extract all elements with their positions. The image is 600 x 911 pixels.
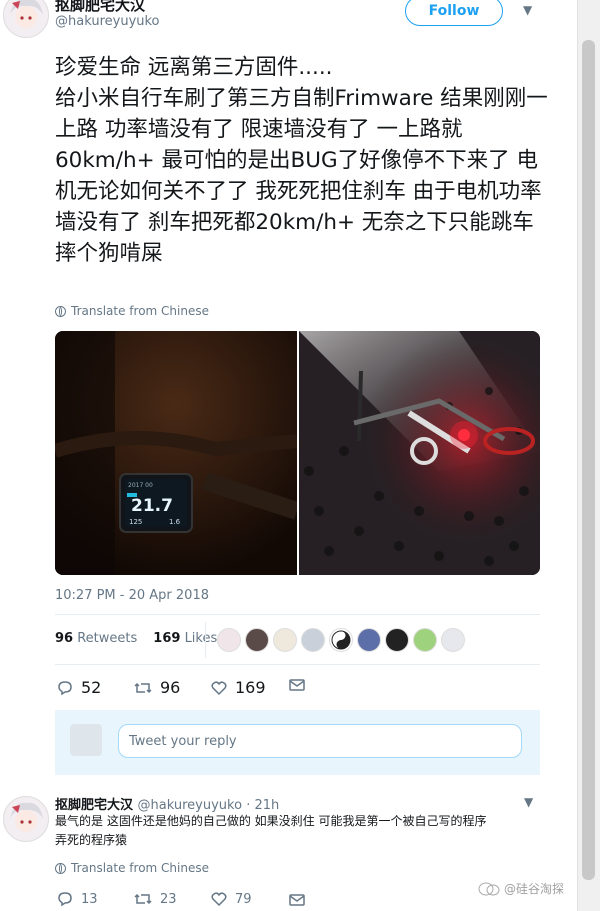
retweet-icon [134,893,152,905]
reply-action[interactable]: 52 [57,678,101,697]
retweet-action[interactable]: 96 [134,678,180,697]
reply-text: 最气的是 这固件还是他妈的自己做的 如果没刹住 可能我是第一个被自己写的程序 弄… [55,814,487,847]
liker-avatar[interactable] [301,628,325,652]
liker-avatar[interactable] [245,628,269,652]
display-top-small: 2017 00 [128,482,153,489]
tweet-timestamp[interactable]: 10:27 PM - 20 Apr 2018 [55,588,209,603]
likes-stat[interactable]: 169 Likes [153,631,217,646]
mail-icon [289,679,305,691]
retweet-count: 96 [160,678,181,697]
like-count: 169 [235,678,266,697]
likes-label: Likes [184,631,218,646]
globe-icon [55,305,66,317]
divider [55,664,540,665]
author-name[interactable]: 抠脚肥宅大汉 [55,0,145,15]
translate-link[interactable]: Translate from Chinese [55,304,209,318]
watermark-text: @硅谷淘探 [504,882,565,896]
reply-like-count: 79 [235,891,252,907]
like-action[interactable]: 169 [211,678,266,697]
likes-count: 169 [153,631,181,646]
liker-avatar[interactable] [413,628,437,652]
display-small-right: 1.6 [169,518,181,526]
author-handle[interactable]: @hakureyuyuko [55,14,160,29]
globe-icon [55,862,66,874]
reply-author-avatar[interactable] [3,796,49,842]
reply-icon [58,892,72,907]
media-grid: 2017 00 21.7 125 1.6 [55,331,540,575]
retweets-label: Retweets [77,631,138,646]
reply-retweet-action[interactable]: 23 [134,891,177,907]
heart-icon [211,680,227,695]
liker-avatar[interactable] [217,628,241,652]
tweet-text: 珍爱生命 远离第三方固件..... 给小米自行车刷了第三方自制Frimware … [55,55,548,266]
message-action[interactable] [289,678,305,692]
reply-like-action[interactable]: 79 [211,891,252,907]
reply-icon [58,680,72,695]
liker-avatar[interactable] [357,628,381,652]
retweets-stat[interactable]: 96 Retweets [55,631,137,646]
media-photo-bike-on-ground[interactable] [299,331,540,575]
mail-icon [289,894,305,906]
author-avatar[interactable] [3,0,49,38]
media-photo-speedometer[interactable]: 2017 00 21.7 125 1.6 [55,331,300,575]
heart-icon [211,892,227,907]
chevron-down-icon[interactable]: ▼ [523,3,532,17]
scrollbar[interactable] [577,0,600,911]
chevron-down-icon[interactable]: ▼ [524,795,533,809]
reply-retweet-count: 23 [160,891,177,907]
reply-translate-label: Translate from Chinese [71,861,209,875]
scrollbar-thumb[interactable] [582,40,595,880]
reply-author-name: 抠脚肥宅大汉 [55,798,134,813]
liker-avatar[interactable] [441,628,465,652]
reply-reply-count: 13 [81,891,98,907]
liker-avatar[interactable] [329,628,353,652]
reply-author-handle: @hakureyuyuko · 21h [137,798,280,813]
translate-label: Translate from Chinese [71,304,209,318]
retweet-icon [134,682,152,693]
reply-input[interactable]: Tweet your reply [118,724,522,758]
tweet-stats: 96 Retweets 169 Likes [55,631,217,646]
stats-separator [205,622,206,658]
follow-button[interactable]: Follow [405,0,503,26]
retweets-count: 96 [55,631,74,646]
reply-reply-action[interactable]: 13 [57,891,98,907]
watermark-logo-icon [478,882,500,895]
display-speed: 21.7 [131,496,173,516]
reply-compose-box: Tweet your reply [55,710,540,775]
watermark: @硅谷淘探 [478,880,564,897]
reply-count: 52 [81,678,102,697]
display-small-left: 125 [129,518,142,526]
liker-avatar[interactable] [273,628,297,652]
tweet-page: 抠脚肥宅大汉 @hakureyuyuko Follow ▼ 珍爱生命 远离第三方… [0,0,600,911]
liker-avatar[interactable] [385,628,409,652]
reply-author[interactable]: 抠脚肥宅大汉 @hakureyuyuko · 21h [55,794,279,813]
divider [55,614,540,615]
user-avatar [70,724,102,756]
reply-translate-link[interactable]: Translate from Chinese [55,861,209,875]
reply-message-action[interactable] [289,893,305,907]
